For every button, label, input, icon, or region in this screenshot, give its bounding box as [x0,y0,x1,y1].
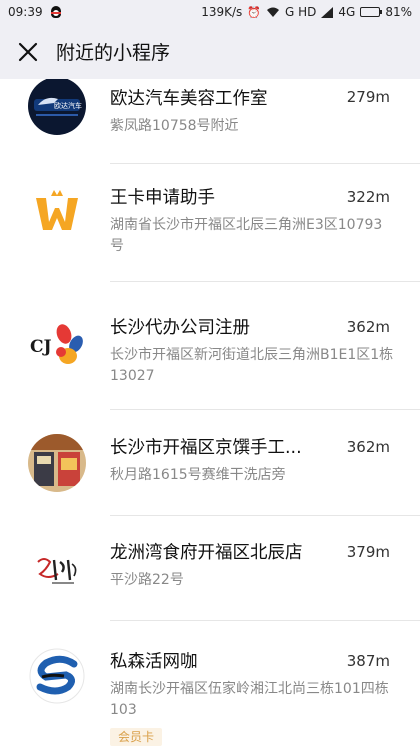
signal-label: 4G [338,5,356,19]
item-address: 湖南长沙开福区伍家岭湘江北尚三栋101四栋103 [110,681,389,718]
list-item[interactable]: CJ 长沙代办公司注册 362m 长沙市开福区新河街道北辰三角洲B1E1区1栋1… [0,282,420,410]
signal-icon [321,6,334,18]
list-item[interactable]: 龙洲湾食府开福区北辰店 379m 平沙路22号 [0,516,420,621]
item-distance: 362m [346,318,390,336]
nav-bar: 附近的小程序 [0,24,420,79]
item-distance: 322m [346,188,390,206]
item-name: 长沙代办公司注册 [110,318,250,338]
wifi-icon [267,7,279,17]
storefront-photo [28,434,86,492]
battery-percent: 81% [385,5,412,19]
item-name: 长沙市开福区京馔手工... [110,438,302,458]
battery-icon [360,7,383,17]
item-name: 龙洲湾食府开福区北辰店 [110,543,303,563]
list-item[interactable]: 长沙市开福区京馔手工... 362m 秋月路1615号赛维干洗店旁 [0,410,420,516]
item-distance: 279m [346,88,390,106]
item-address: 紫凤路10758号附近 [110,118,239,134]
alarm-icon: ⏰ [247,5,261,19]
item-distance: 387m [346,652,390,670]
item-address: 长沙市开福区新河街道北辰三角洲B1E1区1栋13027 [110,347,394,384]
item-distance: 362m [346,438,390,456]
svg-text:欧达汽车: 欧达汽车 [54,101,82,110]
list-item[interactable]: 王卡申请助手 322m 湖南省长沙市开福区北辰三角洲E3区10793号 [0,164,420,282]
network-speed: 139K/s [201,5,243,19]
member-card-badge: 会员卡 [110,728,163,746]
calligraphy-logo [28,540,86,598]
item-name: 私森活网咖 [110,652,198,672]
qq-icon [49,5,63,19]
item-distance: 379m [346,543,390,561]
item-address: 平沙路22号 [110,572,184,588]
list-item[interactable]: 欧达汽车 欧达汽车美容工作室 279m 紫凤路10758号附近 [0,79,420,164]
status-time: 09:39 [8,5,43,19]
page-title: 附近的小程序 [56,42,171,64]
cj-logo: CJ [28,314,86,372]
list-item[interactable]: 私森活网咖 387m 湖南长沙开福区伍家岭湘江北尚三栋101四栋103 会员卡 [0,621,420,747]
network-label: G HD [285,5,317,19]
close-button[interactable] [0,24,56,79]
auto-care-logo: 欧达汽车 [28,79,86,135]
wangka-crown-logo [28,184,86,242]
mini-program-list: 欧达汽车 欧达汽车美容工作室 279m 紫凤路10758号附近 王卡申请助手 3… [0,79,420,747]
item-name: 欧达汽车美容工作室 [110,89,268,109]
svg-text:CJ: CJ [30,337,52,357]
s-swirl-logo [28,647,86,705]
item-address: 湖南省长沙市开福区北辰三角洲E3区10793号 [110,217,383,254]
close-icon [18,42,38,61]
status-bar: 09:39 139K/s ⏰ G HD 4G 81% [0,0,420,24]
item-name: 王卡申请助手 [110,188,215,208]
item-address: 秋月路1615号赛维干洗店旁 [110,467,286,483]
